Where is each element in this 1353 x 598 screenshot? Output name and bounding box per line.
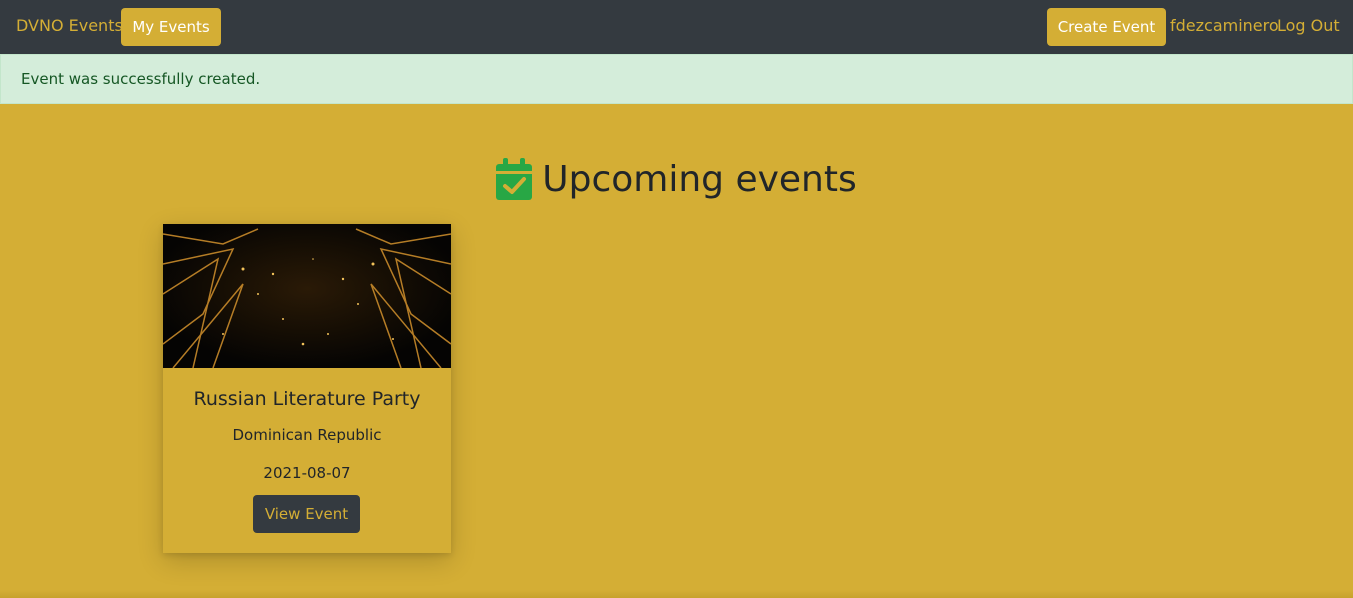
- page-heading: Upcoming events: [0, 152, 1353, 206]
- event-title: Russian Literature Party: [193, 388, 421, 410]
- my-events-button[interactable]: My Events: [121, 8, 221, 46]
- brand-link[interactable]: DVNO Events: [16, 16, 123, 35]
- event-image: [163, 224, 451, 368]
- logout-link[interactable]: Log Out: [1277, 16, 1340, 35]
- alert-message: Event was successfully created.: [21, 70, 261, 88]
- event-date: 2021-08-07: [263, 464, 351, 482]
- username-link[interactable]: fdezcaminero: [1170, 16, 1279, 35]
- calendar-check-icon: [496, 158, 533, 200]
- page-title: Upcoming events: [542, 158, 857, 200]
- view-event-button[interactable]: View Event: [253, 495, 360, 533]
- event-card: Russian Literature Party Dominican Repub…: [163, 224, 451, 553]
- event-location: Dominican Republic: [232, 426, 382, 444]
- navbar: DVNO Events My Events Create Event fdezc…: [0, 0, 1353, 54]
- success-alert: Event was successfully created.: [0, 54, 1353, 104]
- create-event-button[interactable]: Create Event: [1047, 8, 1166, 46]
- footer-shadow: [0, 590, 1353, 598]
